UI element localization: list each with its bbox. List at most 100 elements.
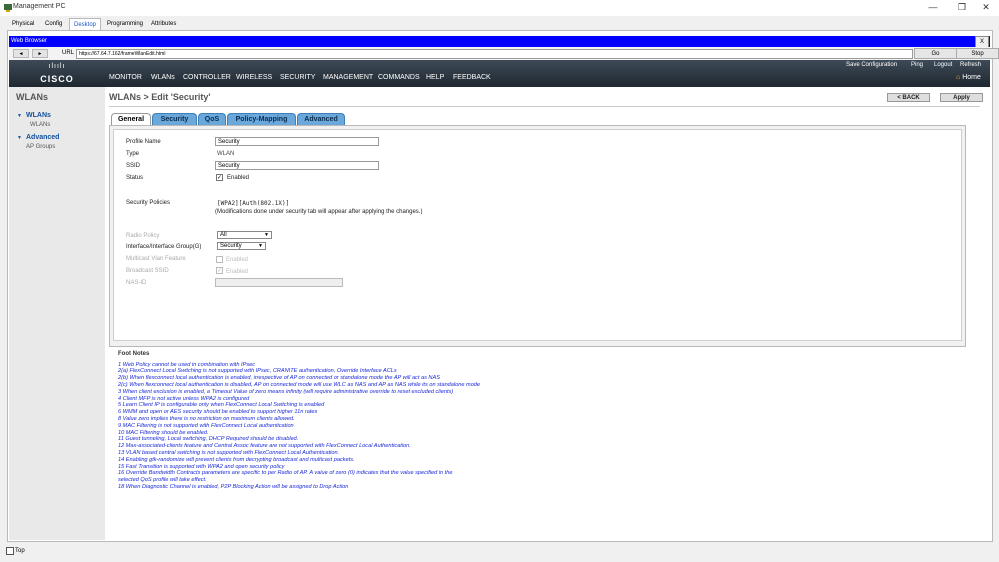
foot-note: 2(b) When flexconnect local authenticati… xyxy=(118,375,440,382)
ssid-input[interactable]: Security xyxy=(215,161,379,170)
tab-programming[interactable]: Programming xyxy=(103,18,147,30)
sidebar-item-wlans[interactable]: WLANs xyxy=(26,112,51,119)
tab-config[interactable]: Config xyxy=(41,18,66,30)
foot-note: 1 Web Policy cannot be used in combinati… xyxy=(118,361,256,368)
tab-qos[interactable]: QoS xyxy=(198,113,226,125)
sidebar xyxy=(9,87,105,540)
broadcast-ssid-label: Broadcast SSID xyxy=(126,268,169,274)
foot-note: 8 Value zero implies there is no restric… xyxy=(118,415,295,422)
tab-security[interactable]: Security xyxy=(152,113,197,125)
breadcrumb: WLANs > Edit 'Security' xyxy=(109,92,211,102)
broadcast-ssid-enabled-label: Enabled xyxy=(226,269,249,275)
foot-note: 10 MAC Filtering should be enabled. xyxy=(118,429,209,436)
radio-policy-label: Radio Policy xyxy=(126,233,160,239)
tab-policy-mapping[interactable]: Policy-Mapping xyxy=(227,113,296,125)
browser-nav: ◄ ► URL https://67.64.7.162/frameWlanEdi… xyxy=(9,47,999,60)
triangle-down-icon[interactable]: ▼ xyxy=(17,135,22,141)
url-input[interactable]: https://67.64.7.162/frameWlanEdit.html xyxy=(76,49,913,59)
ssid-label: SSID xyxy=(126,163,141,169)
divider xyxy=(109,106,980,107)
forward-arrow-icon[interactable]: ► xyxy=(32,49,48,58)
menu-commands[interactable]: COMMANDS xyxy=(378,74,420,81)
radio-policy-select[interactable]: All ▼ xyxy=(217,231,272,239)
menu-wlans[interactable]: WLANs xyxy=(151,74,175,81)
top-checkbox[interactable] xyxy=(6,547,14,555)
sidebar-subitem-ap-groups[interactable]: AP Groups xyxy=(26,144,55,150)
triangle-down-icon[interactable]: ▼ xyxy=(17,113,22,119)
back-arrow-icon[interactable]: ◄ xyxy=(13,49,29,58)
tab-general[interactable]: General xyxy=(111,113,151,125)
type-value: WLAN xyxy=(217,151,235,157)
tab-attributes[interactable]: Attributes xyxy=(147,18,180,30)
cisco-logo: ılıılı CISCO xyxy=(32,63,82,85)
refresh-link[interactable]: Refresh xyxy=(960,62,981,68)
save-configuration-link[interactable]: Save Configuration xyxy=(846,62,897,68)
type-label: Type xyxy=(126,151,140,157)
nas-id-label: NAS-ID xyxy=(126,280,147,286)
window-titlebar: Management PC — ❐ ✕ xyxy=(0,0,999,16)
cisco-logo-text: CISCO xyxy=(40,74,74,84)
foot-note: 2(c) When flexconnect local authenticati… xyxy=(118,381,481,388)
foot-note: 2(a) FlexConnect Local Switching is not … xyxy=(118,368,397,375)
menu-management[interactable]: MANAGEMENT xyxy=(323,74,373,81)
status-enabled-label: Enabled xyxy=(227,175,250,181)
sidebar-subitem-wlans[interactable]: WLANs xyxy=(30,122,50,128)
foot-note: 11 Guest tunneling, Local switching, DHC… xyxy=(118,436,299,443)
home-link[interactable]: ⌂ Home xyxy=(956,74,981,81)
maximize-icon[interactable]: ❐ xyxy=(952,1,972,13)
profile-name-label: Profile Name xyxy=(126,139,161,145)
foot-note: 15 Fast Transition is supported with WPA… xyxy=(118,463,285,470)
foot-notes-title: Foot Notes xyxy=(118,351,150,357)
tab-advanced[interactable]: Advanced xyxy=(297,113,345,125)
status-enabled-checkbox[interactable]: ✓ xyxy=(216,174,223,181)
interface-label: Interface/Interface Group(G) xyxy=(126,244,202,250)
statusbar xyxy=(0,542,999,562)
multicast-vlan-checkbox[interactable] xyxy=(216,256,223,263)
menu-feedback[interactable]: FEEDBACK xyxy=(453,74,491,81)
status-label: Status xyxy=(126,175,144,181)
menu-security[interactable]: SECURITY xyxy=(280,74,315,81)
nas-id-input[interactable] xyxy=(215,278,343,287)
home-label: Home xyxy=(962,74,981,81)
foot-note: 5 Learn Client IP is configurable only w… xyxy=(118,402,325,409)
close-icon[interactable]: ✕ xyxy=(976,1,996,13)
browser-title: Web Browser xyxy=(9,36,990,47)
foot-note: 4 Client MFP is not active unless WPA2 i… xyxy=(118,395,250,402)
top-label: Top xyxy=(15,548,25,554)
app-icon xyxy=(4,4,12,12)
multicast-vlan-label: Multicast Vlan Feature xyxy=(126,256,186,262)
logout-link[interactable]: Logout xyxy=(934,62,952,68)
chevron-down-icon: ▼ xyxy=(264,232,269,238)
interface-select[interactable]: Security ▼ xyxy=(217,242,266,250)
home-icon: ⌂ xyxy=(956,74,961,81)
broadcast-ssid-checkbox[interactable]: ✓ xyxy=(216,267,223,274)
ping-link[interactable]: Ping xyxy=(911,62,923,68)
menu-controller[interactable]: CONTROLLER xyxy=(183,74,231,81)
cisco-logo-bars: ılıılı xyxy=(48,63,66,70)
sidebar-item-advanced[interactable]: Advanced xyxy=(26,134,59,141)
foot-note: 6 WMM and open or AES security should be… xyxy=(118,409,318,416)
foot-note: 16 Override Bandwidth Contracts paramete… xyxy=(118,470,453,477)
radio-policy-value: All xyxy=(220,232,227,238)
menu-help[interactable]: HELP xyxy=(426,74,444,81)
apply-button[interactable]: Apply xyxy=(940,93,983,102)
minimize-icon[interactable]: — xyxy=(923,1,943,13)
stop-button[interactable]: Stop xyxy=(956,48,999,59)
interface-value: Security xyxy=(220,243,242,249)
go-button[interactable]: Go xyxy=(914,48,957,59)
security-policies-label: Security Policies xyxy=(126,200,171,206)
profile-name-input[interactable]: Security xyxy=(215,137,379,146)
url-label: URL xyxy=(62,50,75,56)
pc-tabs: Physical Config Desktop Programming Attr… xyxy=(0,16,999,30)
menu-monitor[interactable]: MONITOR xyxy=(109,74,142,81)
tab-desktop[interactable]: Desktop xyxy=(69,18,102,30)
foot-note: 9 MAC Filtering is not supported with Fl… xyxy=(118,422,294,429)
foot-note: selected QoS profile will take effect. xyxy=(118,477,207,484)
tab-physical[interactable]: Physical xyxy=(8,18,38,30)
security-policies-note: (Modifications done under security tab w… xyxy=(215,209,423,215)
foot-note: 12 Max-associated-clients feature and Ce… xyxy=(118,443,411,450)
foot-note: 14 Enabling gtk-randomize will prevent c… xyxy=(118,456,355,463)
foot-note: 3 When client exclusion is enabled, a Ti… xyxy=(118,388,454,395)
back-button[interactable]: < BACK xyxy=(887,93,930,102)
menu-wireless[interactable]: WIRELESS xyxy=(236,74,272,81)
